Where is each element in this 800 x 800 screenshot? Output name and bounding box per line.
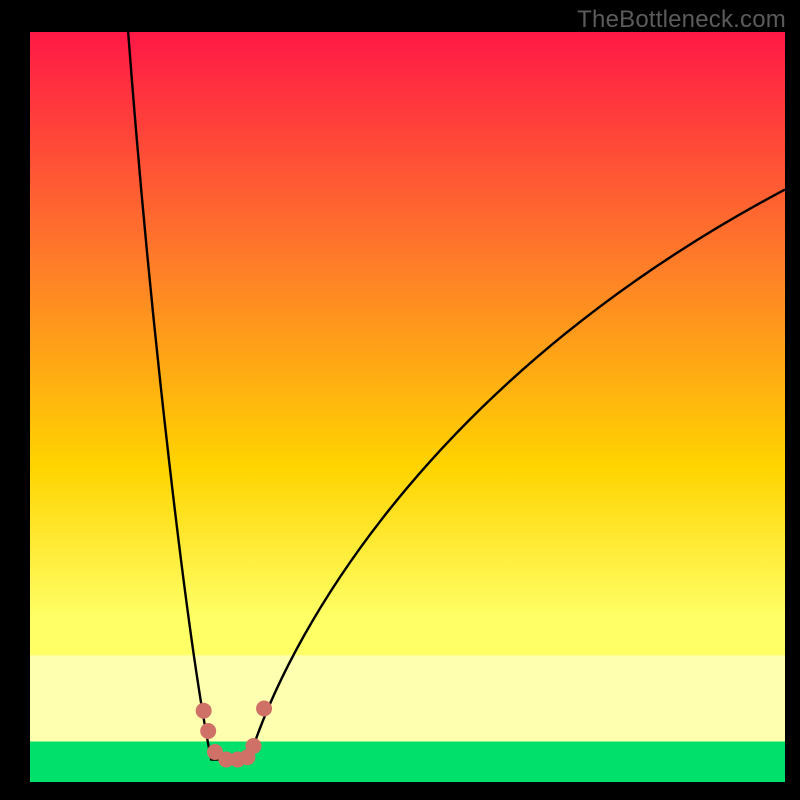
bottleneck-chart [0, 0, 800, 800]
data-marker [200, 723, 216, 739]
data-marker [196, 703, 212, 719]
data-marker [245, 738, 261, 754]
watermark-text: TheBottleneck.com [577, 6, 786, 34]
plot-background [30, 32, 785, 782]
chart-frame: TheBottleneck.com [0, 0, 800, 800]
data-marker [256, 701, 272, 717]
